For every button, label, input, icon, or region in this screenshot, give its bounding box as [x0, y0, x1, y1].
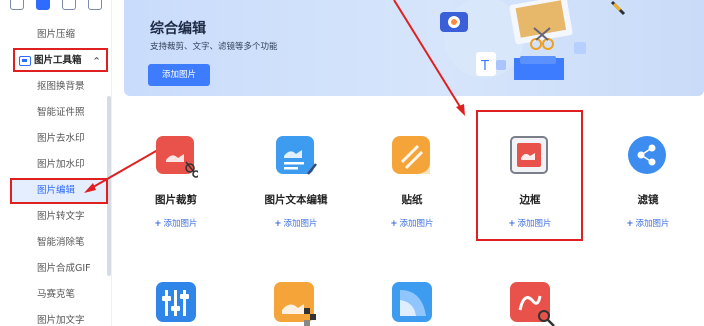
adjust-tool-icon[interactable]: [156, 282, 200, 326]
add-image-label: 添加图片: [399, 219, 434, 229]
tool-text-edit-name: 图片文本编辑: [264, 194, 328, 206]
annotation-box-border-tool: [476, 110, 583, 241]
tool-filter-add-link[interactable]: + 添加图片: [598, 217, 698, 229]
text-edit-icon: [276, 136, 317, 176]
add-image-label: 添加图片: [635, 219, 670, 229]
tool-sticker-name: 贴纸: [401, 194, 423, 206]
plus-icon: +: [626, 219, 634, 229]
crop-icon: [156, 136, 198, 178]
add-image-label: 添加图片: [163, 219, 198, 229]
plus-icon: +: [274, 219, 282, 229]
tool-crop-add-link[interactable]: + 添加图片: [126, 217, 226, 229]
tool-filter-name: 滤镜: [637, 194, 659, 206]
cutout-tool-icon[interactable]: [510, 282, 555, 326]
shape-tool-icon[interactable]: [392, 282, 436, 326]
plus-icon: +: [390, 219, 398, 229]
tool-crop-name: 图片裁剪: [155, 194, 197, 206]
mosaic-tool-icon[interactable]: [274, 282, 318, 326]
add-image-label: 添加图片: [283, 219, 318, 229]
sticker-icon: [392, 136, 432, 176]
tool-sticker-add-link[interactable]: + 添加图片: [362, 217, 462, 229]
filter-icon: [628, 136, 668, 176]
annotation-arrows: [84, 0, 465, 193]
tool-text-edit-add-link[interactable]: + 添加图片: [246, 217, 346, 229]
plus-icon: +: [154, 219, 162, 229]
